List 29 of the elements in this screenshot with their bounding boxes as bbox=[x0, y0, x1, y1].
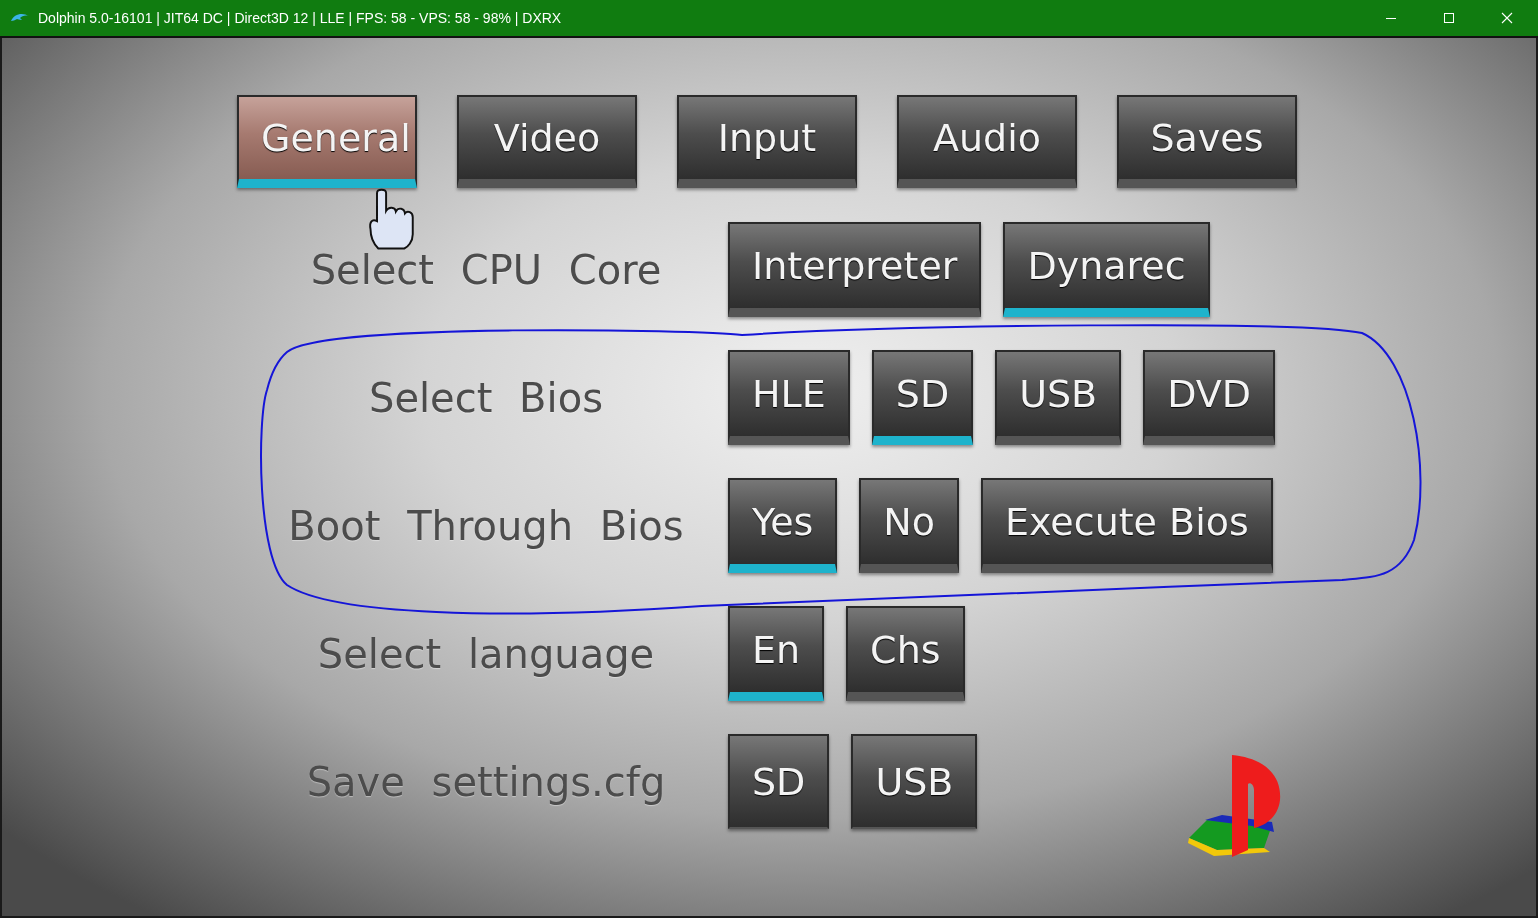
menu-tab[interactable]: Saves bbox=[1117, 95, 1297, 188]
maximize-icon[interactable] bbox=[1443, 12, 1455, 24]
setting-label: Select language bbox=[317, 630, 655, 677]
menu-tab[interactable]: Audio bbox=[897, 95, 1077, 188]
option-button[interactable]: No bbox=[859, 478, 960, 573]
dolphin-icon bbox=[10, 12, 30, 24]
option-button[interactable]: SD bbox=[871, 350, 974, 445]
save-button[interactable]: USB bbox=[851, 734, 978, 829]
menu-tab[interactable]: Input bbox=[677, 95, 857, 188]
option-button[interactable]: Chs bbox=[846, 606, 965, 701]
option-button[interactable]: Interpreter bbox=[728, 222, 982, 317]
option-button[interactable]: Yes bbox=[728, 478, 838, 573]
option-button[interactable]: Execute Bios bbox=[981, 478, 1273, 573]
logo-icon bbox=[1188, 755, 1281, 857]
setting-label: Save settings.cfg bbox=[306, 758, 666, 805]
option-button[interactable]: HLE bbox=[728, 350, 850, 445]
menu-tab[interactable]: Video bbox=[457, 95, 637, 188]
hand-cursor-icon bbox=[369, 188, 414, 250]
close-icon[interactable] bbox=[1501, 12, 1513, 24]
window-title: Dolphin 5.0-16101 | JIT64 DC | Direct3D 12 | LLE | FPS: 58 - VPS: 58 - 98% | DXRX bbox=[38, 10, 562, 26]
setting-label: Select Bios bbox=[369, 374, 603, 421]
setting-label: Boot Through Bios bbox=[288, 502, 684, 549]
option-button[interactable]: En bbox=[728, 606, 825, 701]
option-button[interactable]: USB bbox=[995, 350, 1122, 445]
option-button[interactable]: DVD bbox=[1143, 350, 1276, 445]
menu-tab[interactable]: General bbox=[237, 95, 417, 188]
save-button[interactable]: SD bbox=[728, 734, 830, 829]
option-button[interactable]: Dynarec bbox=[1003, 222, 1210, 317]
setting-label: Select CPU Core bbox=[310, 246, 662, 293]
